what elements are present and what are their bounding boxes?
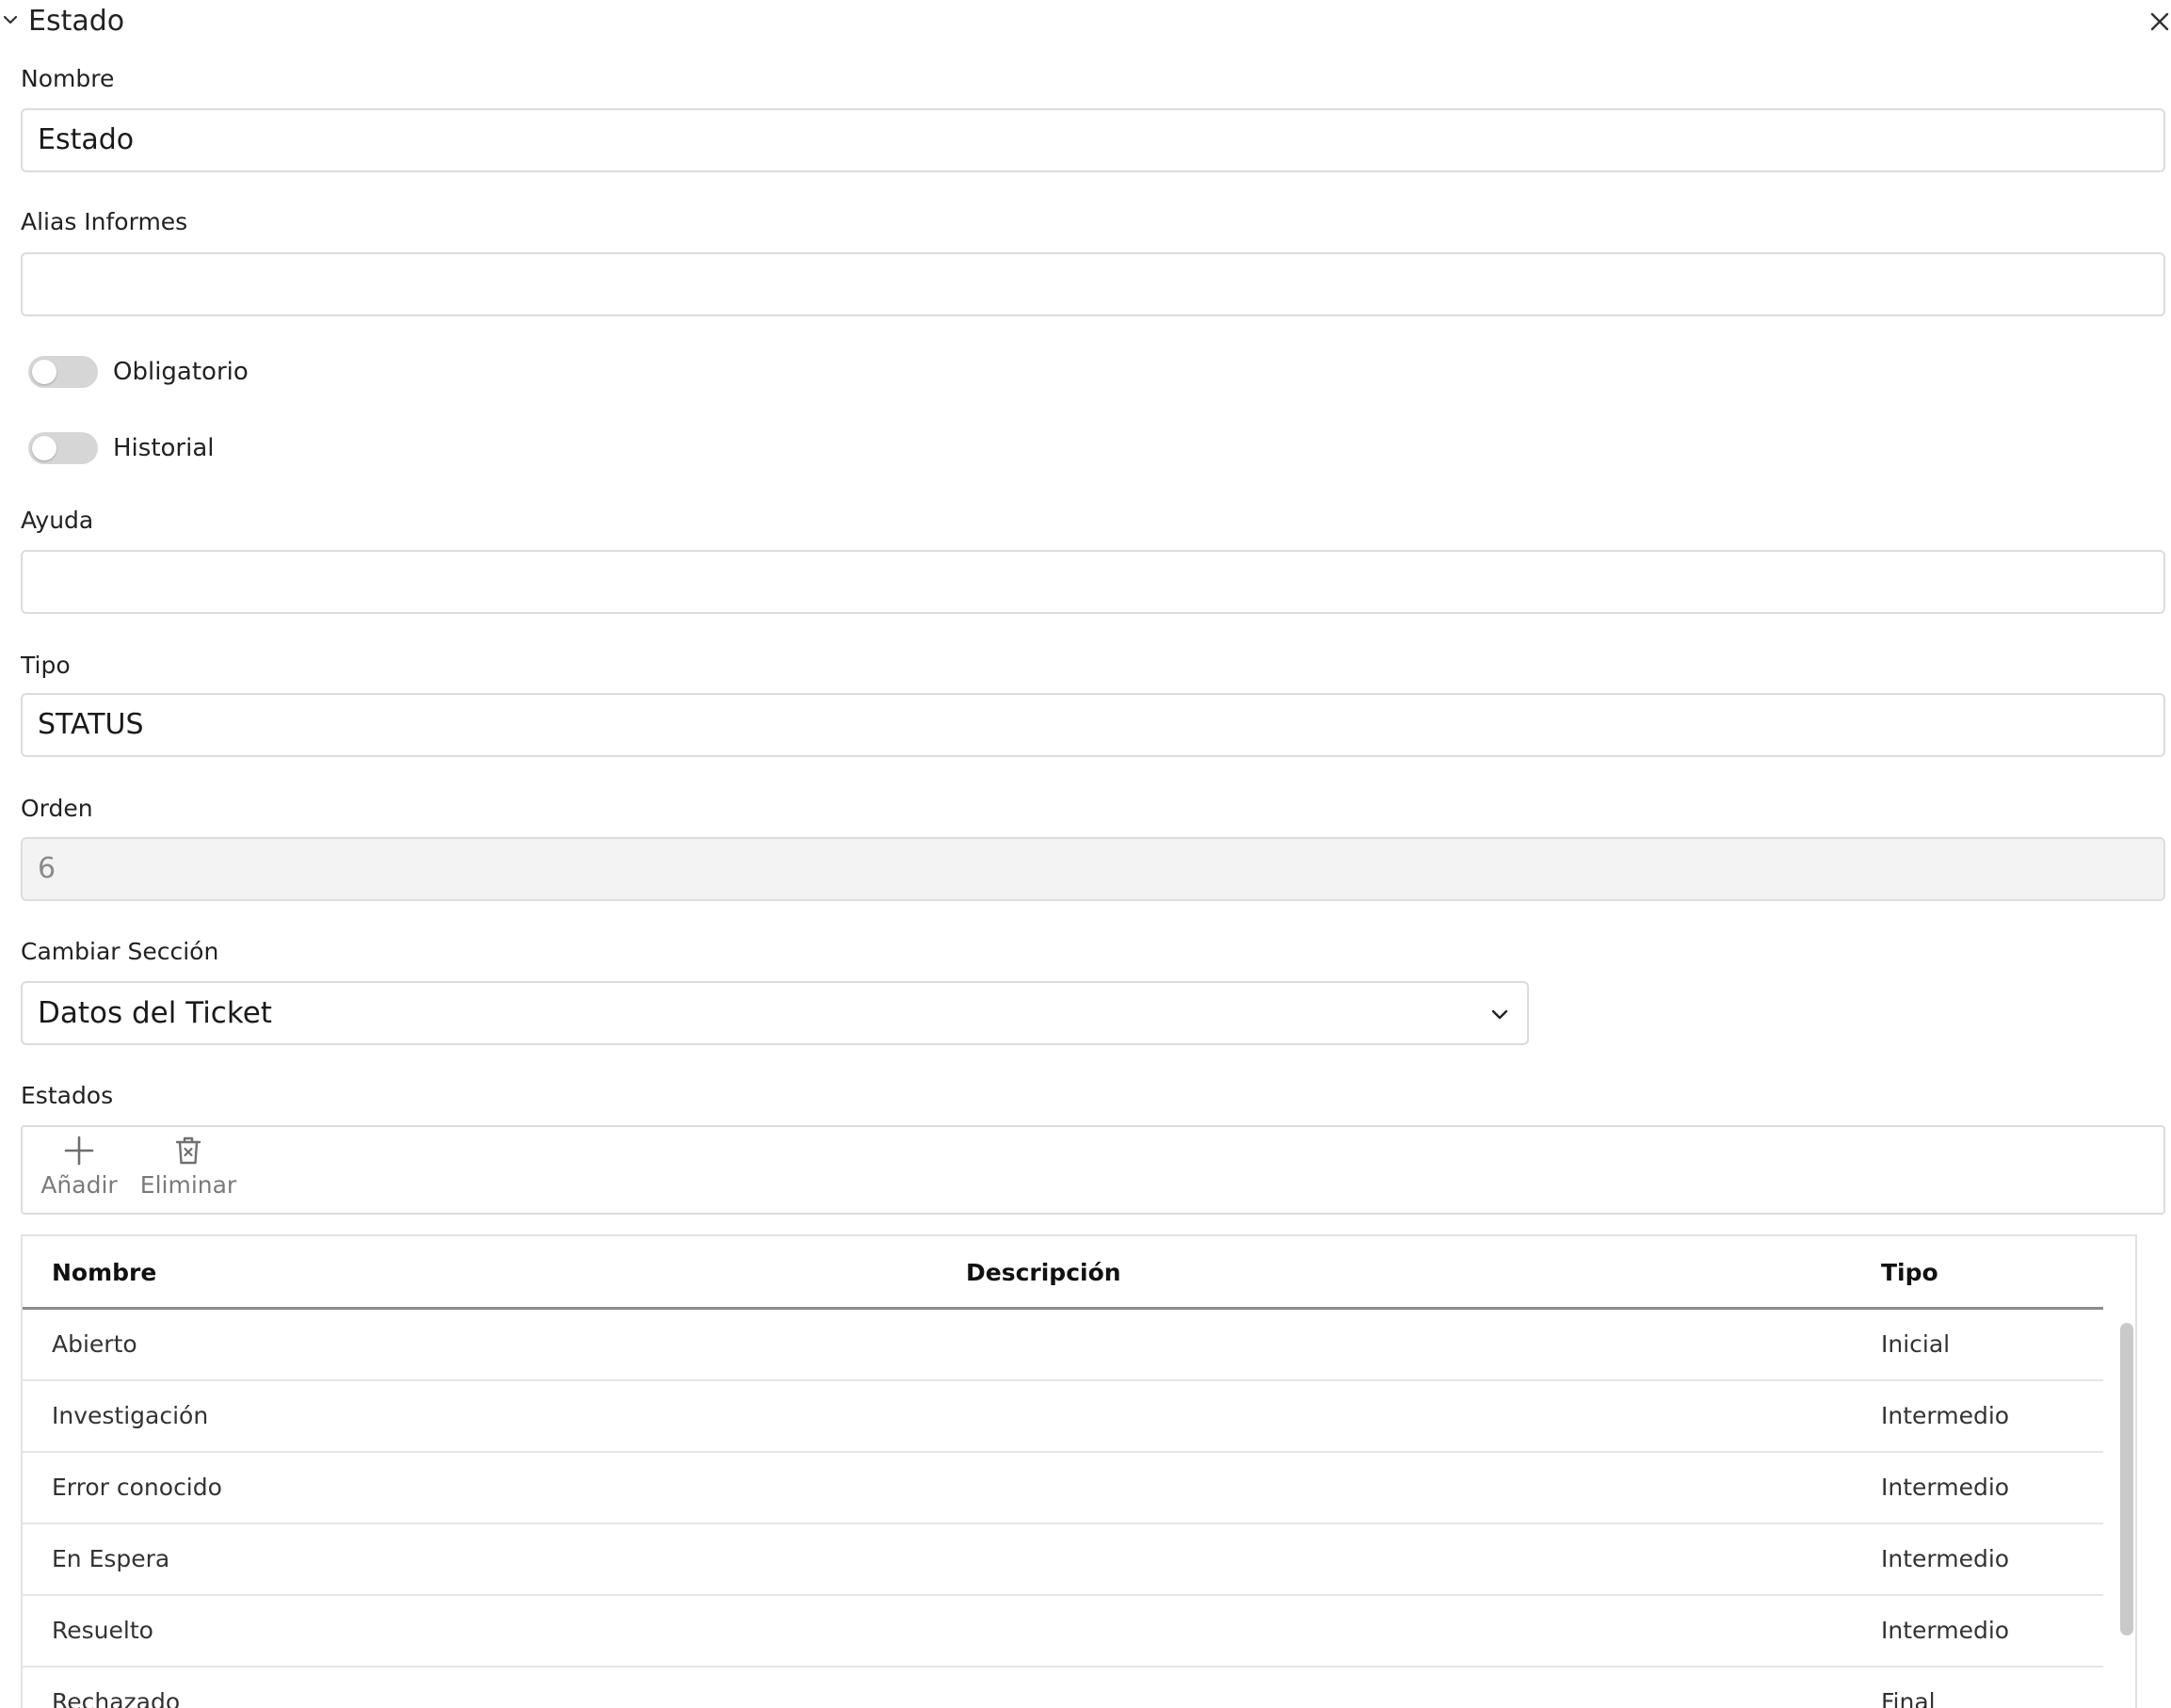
cell-nombre: Rechazado (52, 1688, 181, 1708)
column-header-tipo[interactable]: Tipo (1881, 1236, 1938, 1310)
trash-icon (175, 1136, 201, 1165)
add-button[interactable]: Añadir (38, 1135, 121, 1208)
cell-tipo: Final (1881, 1688, 1936, 1708)
orden-label: Orden (21, 795, 93, 822)
table-row[interactable]: Error conocido Intermedio (23, 1453, 2103, 1524)
cell-tipo: Intermedio (1881, 1474, 2010, 1501)
seccion-select[interactable]: Datos del Ticket (21, 981, 1529, 1045)
ayuda-input[interactable] (21, 550, 2165, 614)
nombre-input[interactable]: Estado (21, 108, 2165, 172)
panel-title: Estado (28, 5, 125, 38)
table-row[interactable]: En Espera Intermedio (23, 1524, 2103, 1596)
seccion-selected-value: Datos del Ticket (38, 996, 272, 1030)
toggle-knob (32, 360, 56, 384)
historial-label: Historial (113, 434, 215, 462)
table-row[interactable]: Investigación Intermedio (23, 1381, 2103, 1453)
table-body: Abierto Inicial Investigación Intermedio… (23, 1310, 2103, 1708)
alias-label: Alias Informes (21, 208, 188, 235)
table-row[interactable]: Abierto Inicial (23, 1310, 2103, 1381)
tipo-label: Tipo (21, 652, 71, 679)
panel-header: Estado (0, 0, 2171, 43)
column-header-descripcion[interactable]: Descripción (966, 1236, 1121, 1310)
toggle-knob (32, 436, 56, 460)
alias-input[interactable] (21, 252, 2165, 316)
column-header-nombre[interactable]: Nombre (52, 1236, 156, 1310)
cell-nombre: Resuelto (52, 1617, 153, 1644)
obligatorio-toggle[interactable] (28, 356, 98, 388)
table-row[interactable]: Rechazado Final (23, 1668, 2103, 1708)
cell-tipo: Intermedio (1881, 1402, 2010, 1429)
nombre-label: Nombre (21, 65, 115, 92)
cell-nombre: En Espera (52, 1545, 170, 1572)
cell-tipo: Intermedio (1881, 1545, 2010, 1572)
cell-nombre: Investigación (52, 1402, 209, 1429)
delete-button[interactable]: Eliminar (136, 1135, 241, 1208)
ayuda-label: Ayuda (21, 507, 94, 534)
add-button-label: Añadir (40, 1171, 118, 1199)
table-scrollbar[interactable] (2120, 1310, 2133, 1708)
estados-toolbar: Añadir Eliminar (21, 1125, 2165, 1215)
orden-input: 6 (21, 837, 2165, 901)
tipo-input[interactable]: STATUS (21, 693, 2165, 757)
historial-toggle[interactable] (28, 432, 98, 464)
table-row[interactable]: Resuelto Intermedio (23, 1596, 2103, 1668)
scrollbar-thumb[interactable] (2120, 1323, 2133, 1635)
cell-tipo: Intermedio (1881, 1617, 2010, 1644)
plus-icon (64, 1136, 94, 1166)
table-header: Nombre Descripción Tipo (23, 1236, 2103, 1310)
cell-nombre: Error conocido (52, 1474, 222, 1501)
delete-button-label: Eliminar (139, 1171, 237, 1199)
chevron-down-icon (1491, 1009, 1508, 1020)
cell-nombre: Abierto (52, 1330, 137, 1358)
seccion-label: Cambiar Sección (21, 938, 219, 965)
cell-tipo: Inicial (1881, 1330, 1951, 1358)
obligatorio-label: Obligatorio (113, 358, 249, 386)
estados-label: Estados (21, 1082, 114, 1109)
chevron-down-icon[interactable] (2, 11, 19, 28)
estados-table: Nombre Descripción Tipo Abierto Inicial … (21, 1234, 2137, 1708)
close-icon[interactable] (2149, 11, 2170, 32)
